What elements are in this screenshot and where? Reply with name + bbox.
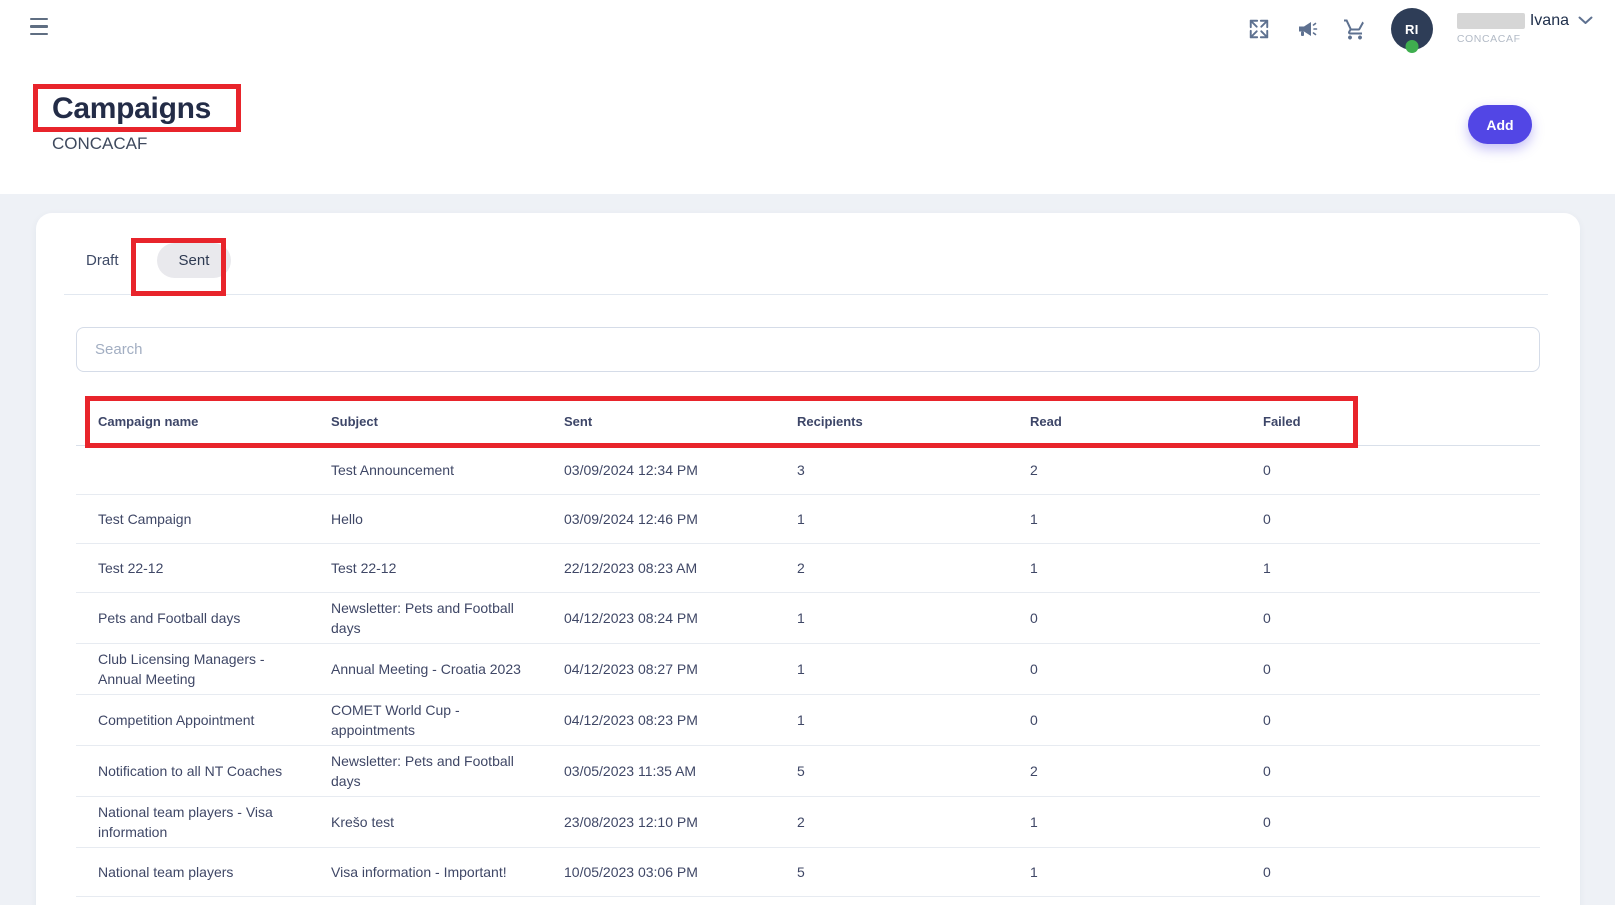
table-row[interactable]: Notification to all NT Coaches Newslette…	[76, 746, 1540, 797]
cell-sent: 04/12/2023 08:23 PM	[542, 705, 775, 735]
cell-sent: 04/12/2023 08:27 PM	[542, 654, 775, 684]
cell-failed: 0	[1241, 504, 1540, 534]
table-row[interactable]: Pets and Football days Newsletter: Pets …	[76, 593, 1540, 644]
tabs-divider	[64, 294, 1548, 295]
cell-subject: Test 22-12	[309, 553, 542, 583]
cell-sent: 04/12/2023 08:24 PM	[542, 603, 775, 633]
topbar-actions: RI Ivana CONCACAF	[1247, 6, 1593, 52]
cell-read: 0	[1008, 705, 1241, 735]
cell-campaign-name: Test 22-12	[76, 553, 309, 583]
cell-read: 0	[1008, 654, 1241, 684]
cell-sent: 10/05/2023 03:06 PM	[542, 857, 775, 887]
tab-sent[interactable]: Sent	[157, 243, 232, 278]
cell-subject: Krešo test	[309, 807, 542, 837]
avatar[interactable]: RI	[1391, 8, 1433, 50]
table-row[interactable]: Club Licensing Managers - Annual Meeting…	[76, 644, 1540, 695]
cell-read: 2	[1008, 455, 1241, 485]
cell-sent: 22/12/2023 08:23 AM	[542, 553, 775, 583]
column-header: Sent	[542, 414, 775, 429]
cell-subject: Annual Meeting - Croatia 2023	[309, 654, 542, 684]
tab-draft[interactable]: Draft	[76, 252, 129, 269]
cell-campaign-name: Club Licensing Managers - Annual Meeting	[76, 644, 309, 694]
table-row[interactable]: Test 22-12 Test 22-12 22/12/2023 08:23 A…	[76, 544, 1540, 593]
column-header: Recipients	[775, 414, 1008, 429]
cell-recipients: 1	[775, 705, 1008, 735]
avatar-initials: RI	[1405, 22, 1419, 37]
add-button[interactable]: Add	[1468, 105, 1532, 144]
cell-campaign-name: National team players	[76, 857, 309, 887]
cell-recipients: 3	[775, 455, 1008, 485]
cell-failed: 1	[1241, 553, 1540, 583]
chevron-down-icon	[1578, 12, 1593, 30]
cell-campaign-name: Competition Appointment	[76, 705, 309, 735]
user-first-name: Ivana	[1530, 12, 1569, 30]
tab-bar: Draft Sent	[76, 243, 1540, 277]
cell-failed: 0	[1241, 807, 1540, 837]
cell-sent: 03/05/2023 11:35 AM	[542, 756, 775, 786]
cell-campaign-name: Notification to all NT Coaches	[76, 756, 309, 786]
campaigns-card: Draft Sent Campaign nameSubjectSentRecip…	[36, 213, 1580, 905]
cell-campaign-name: Pets and Football days	[76, 603, 309, 633]
cell-recipients: 1	[775, 504, 1008, 534]
cell-campaign-name	[76, 465, 309, 475]
cell-recipients: 1	[775, 654, 1008, 684]
cell-sent: 23/08/2023 12:10 PM	[542, 807, 775, 837]
user-menu[interactable]: Ivana CONCACAF	[1457, 12, 1593, 45]
cell-read: 1	[1008, 807, 1241, 837]
cell-subject: Visa information - Important!	[309, 857, 542, 887]
table-row[interactable]: Test Announcement 03/09/2024 12:34 PM 3 …	[76, 446, 1540, 495]
cell-read: 1	[1008, 504, 1241, 534]
column-header: Failed	[1241, 414, 1540, 429]
cell-sent: 03/09/2024 12:46 PM	[542, 504, 775, 534]
cell-subject: COMET World Cup - appointments	[309, 695, 542, 745]
table-row[interactable]: National team players Visa information -…	[76, 848, 1540, 897]
cell-recipients: 5	[775, 756, 1008, 786]
table-header-row: Campaign nameSubjectSentRecipientsReadFa…	[76, 398, 1540, 446]
cell-failed: 0	[1241, 654, 1540, 684]
cell-read: 1	[1008, 553, 1241, 583]
cell-recipients: 5	[775, 857, 1008, 887]
cell-failed: 0	[1241, 603, 1540, 633]
column-header: Subject	[309, 414, 542, 429]
column-header: Campaign name	[76, 414, 309, 429]
page-subtitle: CONCACAF	[52, 134, 147, 154]
cell-read: 0	[1008, 603, 1241, 633]
cart-icon[interactable]	[1343, 17, 1367, 41]
cell-recipients: 2	[775, 807, 1008, 837]
cell-failed: 0	[1241, 756, 1540, 786]
cell-subject: Newsletter: Pets and Football days	[309, 746, 542, 796]
cell-recipients: 2	[775, 553, 1008, 583]
cell-subject: Hello	[309, 504, 542, 534]
online-status-dot	[1405, 40, 1418, 53]
cell-read: 2	[1008, 756, 1241, 786]
cell-sent: 03/09/2024 12:34 PM	[542, 455, 775, 485]
cell-failed: 0	[1241, 705, 1540, 735]
page-title: Campaigns	[52, 92, 211, 126]
cell-campaign-name: Test Campaign	[76, 504, 309, 534]
cell-subject: Newsletter: Pets and Football days	[309, 593, 542, 643]
fullscreen-icon[interactable]	[1247, 17, 1271, 41]
search-input[interactable]	[76, 327, 1540, 372]
campaigns-table: Test Announcement 03/09/2024 12:34 PM 3 …	[76, 446, 1540, 897]
table-row[interactable]: Competition Appointment COMET World Cup …	[76, 695, 1540, 746]
cell-subject: Test Announcement	[309, 455, 542, 485]
menu-icon[interactable]	[30, 18, 50, 35]
cell-failed: 0	[1241, 455, 1540, 485]
cell-read: 1	[1008, 857, 1241, 887]
cell-campaign-name: National team players - Visa information	[76, 797, 309, 847]
table-row[interactable]: National team players - Visa information…	[76, 797, 1540, 848]
user-org-label: CONCACAF	[1457, 34, 1521, 46]
column-header: Read	[1008, 414, 1241, 429]
redacted-last-name	[1457, 13, 1525, 29]
cell-failed: 0	[1241, 857, 1540, 887]
top-header: RI Ivana CONCACAF Campaigns CONCACAF Add	[0, 0, 1615, 194]
megaphone-icon[interactable]	[1295, 17, 1319, 41]
cell-recipients: 1	[775, 603, 1008, 633]
table-row[interactable]: Test Campaign Hello 03/09/2024 12:46 PM …	[76, 495, 1540, 544]
